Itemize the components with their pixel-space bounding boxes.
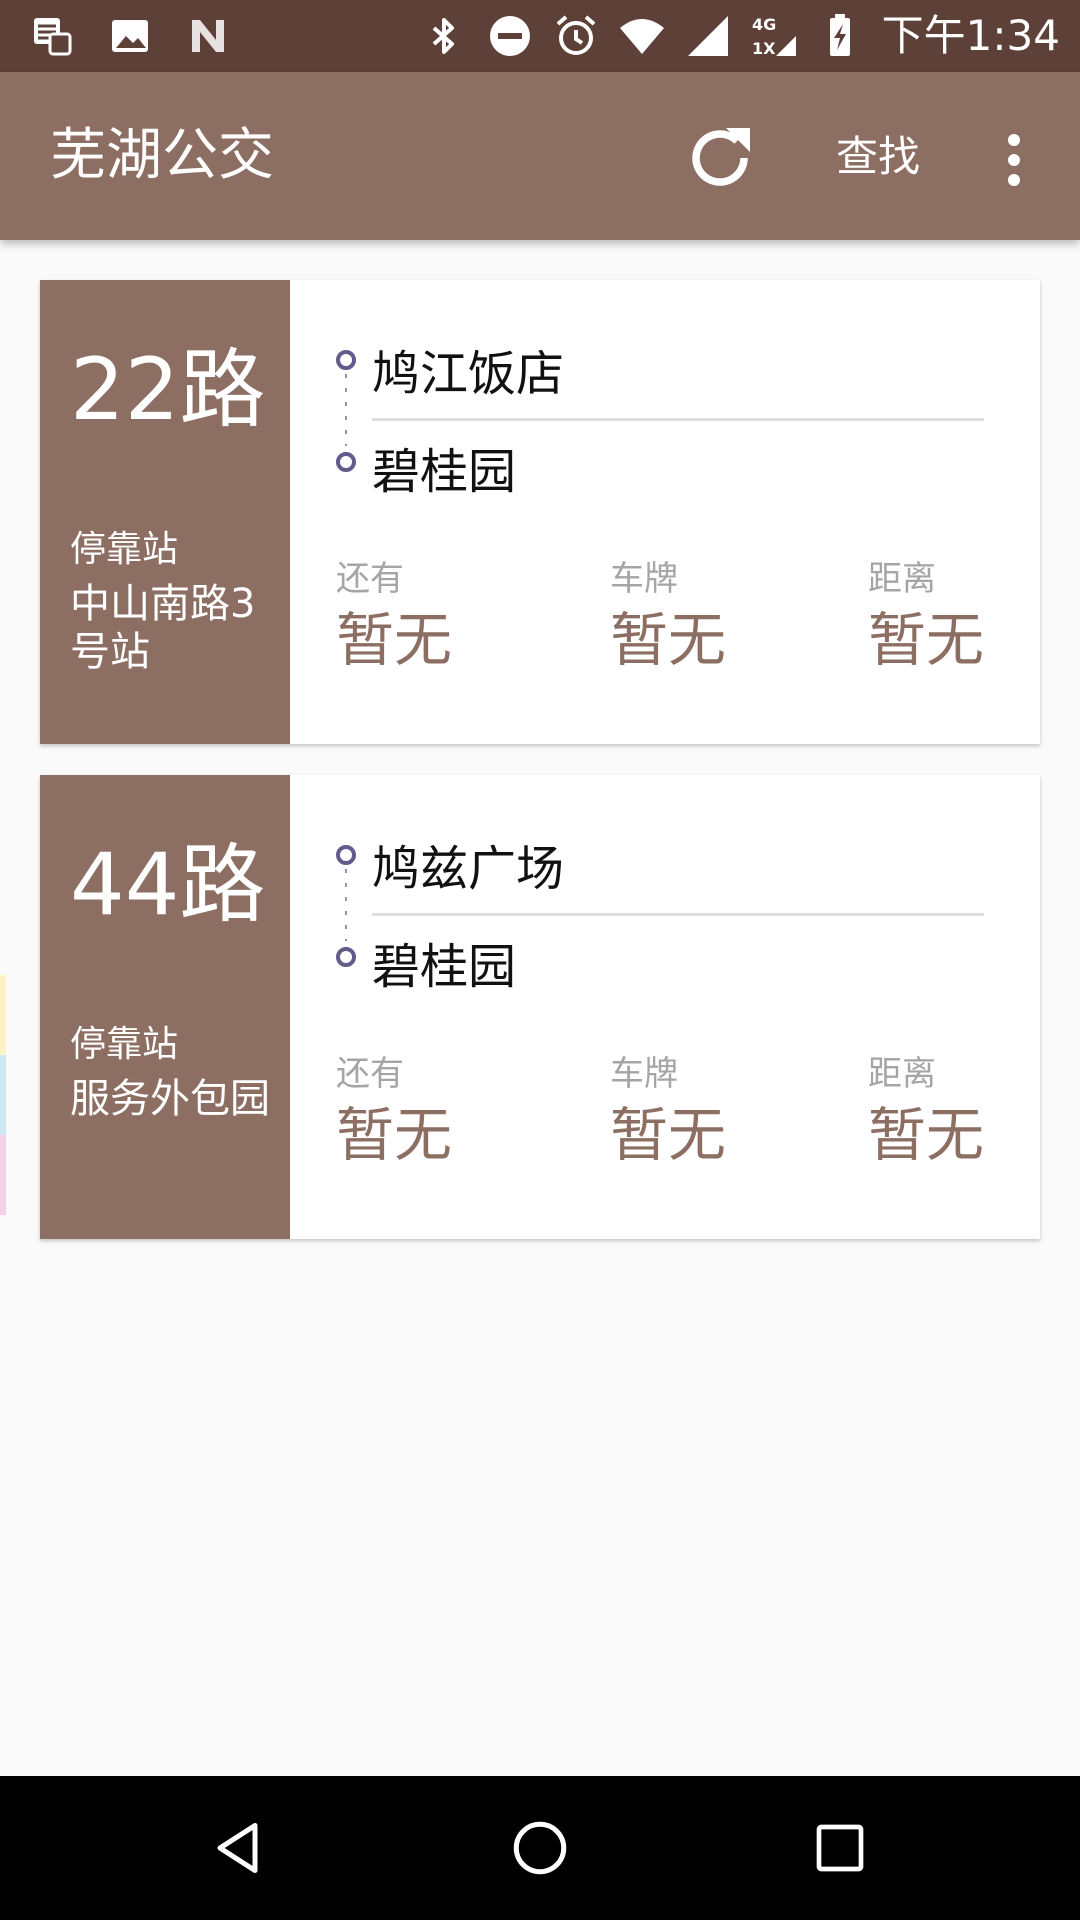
refresh-button[interactable] [680, 118, 760, 198]
distance-label: 距离 [868, 559, 936, 599]
edge-tab-yellow[interactable] [0, 975, 6, 1055]
network-label-bottom: 1X [752, 39, 776, 58]
destination-dot-icon [336, 452, 356, 472]
distance-info: 距离 暂无 [868, 558, 984, 676]
route-dotted-line [345, 869, 347, 941]
status-left-icons [28, 12, 232, 60]
plate-value: 暂无 [610, 606, 727, 674]
plate-info: 车牌 暂无 [610, 1053, 726, 1171]
route-details: 鸠江饭店 碧桂园 还有 暂无 车牌 暂无 距离 暂无 [290, 280, 1040, 744]
stop-caption: 停靠站 [70, 529, 179, 570]
network-type-icon: 4G 1X [752, 15, 796, 58]
route-number: 22路 [70, 340, 266, 440]
cell-signal-icon [687, 16, 728, 56]
back-button[interactable] [200, 1808, 280, 1888]
stop-name: 中山南路3号站 [70, 581, 256, 675]
navigation-bar [0, 1776, 1080, 1920]
divider [372, 913, 984, 916]
origin-dot-icon [336, 845, 356, 865]
app-bar: 芜湖公交 查找 [0, 72, 1080, 240]
origin-stop: 鸠江饭店 [372, 346, 565, 402]
arrival-label: 还有 [336, 559, 404, 599]
n-app-icon [192, 20, 224, 52]
route-panel: 22路 停靠站 中山南路3号站 [40, 280, 290, 744]
stop-name: 服务外包园 [70, 1076, 270, 1122]
route-number: 44路 [70, 835, 266, 935]
origin-stop: 鸠兹广场 [372, 841, 565, 897]
plate-label: 车牌 [610, 1054, 678, 1094]
search-button[interactable]: 查找 [836, 127, 920, 187]
plate-value: 暂无 [610, 1101, 727, 1169]
do-not-disturb-icon [489, 16, 530, 56]
wifi-icon [619, 19, 664, 54]
route-details: 鸠兹广场 碧桂园 还有 暂无 车牌 暂无 距离 暂无 [290, 775, 1040, 1239]
status-right-icons: 4G 1X 下午1:34 [420, 10, 1060, 62]
arrival-value: 暂无 [336, 1101, 453, 1169]
home-icon [513, 1821, 567, 1875]
status-time: 下午1:34 [881, 11, 1060, 60]
destination-stop: 碧桂园 [372, 939, 517, 995]
distance-info: 距离 暂无 [868, 1053, 984, 1171]
origin-dot-icon [336, 350, 356, 370]
distance-label: 距离 [868, 1054, 936, 1094]
back-icon [217, 1823, 258, 1873]
distance-value: 暂无 [868, 606, 985, 674]
recents-icon [816, 1824, 864, 1872]
destination-dot-icon [336, 947, 356, 967]
edge-tab-blue[interactable] [0, 1055, 6, 1135]
plate-label: 车牌 [610, 559, 678, 599]
app-title: 芜湖公交 [50, 123, 274, 188]
bus-route-card[interactable]: 44路 停靠站 服务外包园 鸠兹广场 碧桂园 还有 暂无 车牌 暂无 距离 暂无 [40, 775, 1040, 1239]
bus-route-card[interactable]: 22路 停靠站 中山南路3号站 鸠江饭店 碧桂园 还有 暂无 车牌 暂无 距离 … [40, 280, 1040, 744]
refresh-icon [692, 128, 750, 186]
arrival-label: 还有 [336, 1054, 404, 1094]
route-dotted-line [345, 374, 347, 446]
home-button[interactable] [500, 1808, 580, 1888]
distance-value: 暂无 [868, 1101, 985, 1169]
arrival-info: 还有 暂无 [336, 558, 452, 676]
more-options-button[interactable] [994, 120, 1034, 200]
bluetooth-icon [432, 18, 454, 54]
arrival-value: 暂无 [336, 606, 453, 674]
image-icon [112, 20, 148, 52]
status-bar: 4G 1X 下午1:34 [0, 0, 1080, 72]
divider [372, 418, 984, 421]
battery-charging-icon [829, 14, 850, 56]
plate-info: 车牌 暂无 [610, 558, 726, 676]
arrival-info: 还有 暂无 [336, 1053, 452, 1171]
edge-tab-pink[interactable] [0, 1135, 6, 1215]
network-label-top: 4G [752, 15, 776, 34]
more-vert-icon [1008, 134, 1020, 186]
stop-caption: 停靠站 [70, 1024, 179, 1065]
route-panel: 44路 停靠站 服务外包园 [40, 775, 290, 1239]
alarm-icon [556, 15, 595, 55]
notification-stack-icon [34, 18, 72, 56]
recents-button[interactable] [800, 1808, 880, 1888]
destination-stop: 碧桂园 [372, 444, 517, 500]
